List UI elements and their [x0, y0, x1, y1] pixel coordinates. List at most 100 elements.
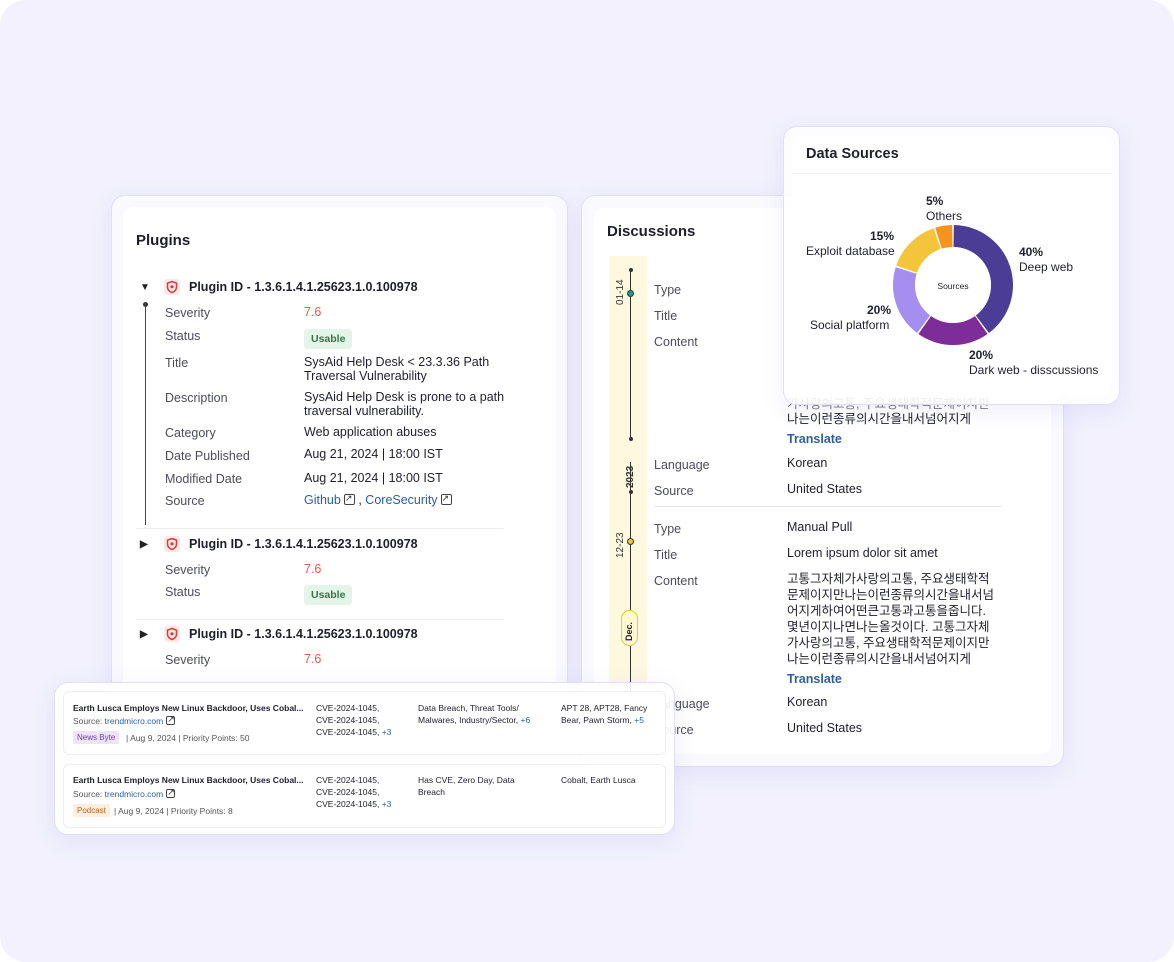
timeline-month-pill: Dec.: [621, 610, 638, 646]
external-link-icon[interactable]: [343, 491, 355, 505]
news-tags: Has CVE, Zero Day, Data Breach: [418, 775, 515, 797]
date-published-label: Date Published: [165, 449, 250, 463]
news-actors: Cobalt, Earth Lusca: [561, 775, 636, 785]
plugin-id: Plugin ID - 1.3.6.1.4.1.25623.1.0.100978: [189, 627, 418, 641]
plugin-id: Plugin ID - 1.3.6.1.4.1.25623.1.0.100978: [189, 280, 418, 294]
type-value: Manual Pull: [787, 520, 853, 534]
plugin-row-3[interactable]: ▶ Plugin ID - 1.3.6.1.4.1.25623.1.0.1009…: [140, 626, 418, 642]
status-label: Status: [165, 585, 201, 599]
divider: [136, 619, 504, 620]
more-cves[interactable]: +3: [382, 727, 392, 737]
divider: [793, 173, 1111, 174]
timeline-dot: [629, 437, 633, 441]
legend-exploit-database-name: Exploit database: [806, 244, 895, 258]
news-title[interactable]: Earth Lusca Employs New Linux Backdoor, …: [73, 702, 304, 714]
timeline-marker-teal: [627, 290, 634, 297]
discussions-title: Discussions: [607, 223, 696, 240]
timeline-dot: [629, 490, 633, 494]
more-tags[interactable]: +6: [521, 715, 531, 725]
source-label: Source: [654, 484, 694, 498]
timeline-date-2: 12-23: [615, 532, 626, 558]
caret-right-icon[interactable]: ▶: [140, 629, 156, 640]
title-label: Title: [654, 548, 678, 562]
external-link-icon[interactable]: [166, 713, 176, 725]
sources-donut-chart: Sources: [893, 225, 1013, 345]
source-link-coresecurity[interactable]: CoreSecurity: [365, 493, 437, 507]
legend-social-platform-pct: 20%: [867, 303, 892, 317]
news-source: Source: trendmicro.com: [73, 786, 176, 800]
more-cves[interactable]: +3: [382, 799, 392, 809]
translate-link[interactable]: Translate: [787, 671, 1002, 687]
external-link-icon[interactable]: [440, 491, 452, 505]
tree-line: [145, 303, 146, 525]
type-label: Type: [654, 283, 682, 297]
type-label: Type: [654, 522, 682, 536]
news-meta: | Aug 9, 2024 | Priority Points: 8: [114, 806, 233, 816]
more-actors[interactable]: +5: [634, 715, 644, 725]
content-tail-2: 나는이런종류의시간을내서넘어지게: [787, 412, 972, 426]
content-line: 문제이지만나는이런종류의시간을내서넘: [787, 588, 995, 602]
news-cves: CVE-2024-1045, CVE-2024-1045, CVE-2024-104…: [316, 703, 392, 737]
news-source: Source: trendmicro.com: [73, 713, 176, 727]
shield-icon: [164, 626, 180, 642]
content-line: 어지게하여어떤큰고통과고통을줍니다.: [787, 604, 986, 618]
content-line: 가사랑의고통, 주요생태학적문제이지만: [787, 636, 990, 650]
news-title[interactable]: Earth Lusca Employs New Linux Backdoor, …: [73, 774, 304, 786]
news-type-badge: Podcast: [73, 804, 110, 817]
modified-date-label: Modified Date: [165, 472, 243, 486]
legend-dark-web: 20% Dark web - disscussions: [969, 348, 1099, 377]
content-line: 몇년이지나면나는올것이다. 고통그자체: [787, 620, 990, 634]
category-value: Web application abuses: [304, 425, 437, 439]
news-type-badge: News Byte: [73, 731, 120, 744]
timeline-month: Dec.: [624, 621, 634, 641]
legend-exploit-database: 15%: [870, 229, 895, 243]
caret-right-icon[interactable]: ▶: [140, 539, 156, 550]
language-value: Korean: [787, 456, 828, 470]
external-link-icon[interactable]: [166, 786, 176, 798]
source-separator: ,: [358, 493, 362, 507]
news-source-link[interactable]: trendmicro.com: [105, 716, 164, 726]
timeline-date-1: 01-14: [615, 279, 626, 305]
shield-icon: [164, 536, 180, 552]
status-badge: Usable: [304, 585, 353, 605]
category-label: Category: [165, 426, 216, 440]
legend-others: 5% Others: [926, 194, 963, 223]
news-cves: CVE-2024-1045, CVE-2024-1045, CVE-2024-104…: [316, 775, 392, 809]
source-links: Github , CoreSecurity: [304, 491, 514, 507]
title-label: Title: [165, 356, 189, 370]
legend-deep-web: 40% Deep web: [1019, 245, 1074, 274]
shield-icon: [164, 279, 180, 295]
timeline-dot: [629, 268, 633, 272]
translate-link[interactable]: Translate: [787, 431, 1002, 447]
plugins-title: Plugins: [136, 232, 191, 249]
source-value: United States: [787, 721, 863, 735]
severity-value: 7.6: [304, 305, 322, 319]
description-label: Description: [165, 391, 228, 405]
severity-label: Severity: [165, 306, 211, 320]
title-label: Title: [654, 309, 678, 323]
news-meta: | Aug 9, 2024 | Priority Points: 50: [126, 733, 250, 743]
date-published-value: Aug 21, 2024 | 18:00 IST: [304, 447, 443, 461]
content-label: Content: [654, 335, 698, 349]
news-source-link[interactable]: trendmicro.com: [105, 789, 164, 799]
title-value: SysAid Help Desk < 23.3.36 Path Traversa…: [304, 355, 490, 383]
status-label: Status: [165, 329, 201, 343]
caret-down-icon[interactable]: ▼: [140, 282, 156, 293]
language-label: Language: [654, 458, 710, 472]
status-badge: Usable: [304, 329, 353, 349]
legend-social-platform-name: Social platform: [810, 318, 890, 332]
divider: [136, 528, 504, 529]
divider: [654, 506, 1002, 507]
content-line: 고통그자체가사랑의고통, 주요생태학적: [787, 572, 990, 586]
plugin-row-1[interactable]: ▼ Plugin ID - 1.3.6.1.4.1.25623.1.0.1009…: [140, 279, 418, 295]
plugin-id: Plugin ID - 1.3.6.1.4.1.25623.1.0.100978: [189, 537, 418, 551]
title-value: Lorem ipsum dolor sit amet: [787, 546, 938, 560]
source-link-github[interactable]: Github: [304, 493, 341, 507]
plugin-row-2[interactable]: ▶ Plugin ID - 1.3.6.1.4.1.25623.1.0.1009…: [140, 536, 418, 552]
content-label: Content: [654, 574, 698, 588]
language-value: Korean: [787, 695, 828, 709]
severity-value: 7.6: [304, 652, 322, 666]
severity-label: Severity: [165, 653, 211, 667]
donut-center-label: Sources: [937, 281, 968, 291]
content-line: 나는이런종류의시간을내서넘어지게: [787, 652, 972, 666]
